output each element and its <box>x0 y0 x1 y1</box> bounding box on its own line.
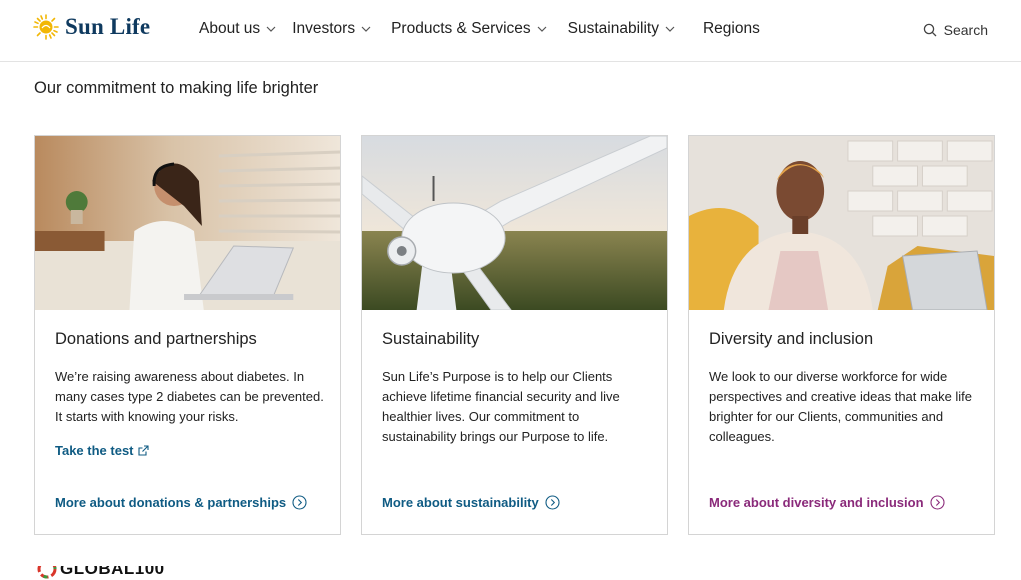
nav-sustainability[interactable]: Sustainability <box>568 20 675 38</box>
woman-laptop-photo <box>689 136 994 310</box>
chevron-right-circle-icon <box>929 495 945 510</box>
chevron-down-icon <box>266 26 276 32</box>
card-title: Diversity and inclusion <box>709 330 874 348</box>
site-header: Sun Life About us Investors Products & S… <box>0 0 1021 62</box>
more-donations-link[interactable]: More about donations & partnerships <box>55 495 307 510</box>
card-title: Donations and partnerships <box>55 330 257 348</box>
main-nav: About us Investors Products & Services S… <box>199 20 760 38</box>
sun-life-logo[interactable]: Sun Life <box>33 14 150 40</box>
card-donations: Donations and partnerships We’re raising… <box>34 135 341 535</box>
chevron-right-circle-icon <box>292 495 307 510</box>
take-the-test-label: Take the test <box>55 443 134 458</box>
search-icon <box>923 23 937 37</box>
nav-about-us-label: About us <box>199 20 261 37</box>
chevron-right-circle-icon <box>545 495 560 510</box>
chevron-down-icon <box>665 26 675 32</box>
external-link-icon <box>137 445 149 456</box>
card-description: Sun Life’s Purpose is to help our Client… <box>382 369 620 444</box>
card-diversity: Diversity and inclusion We look to our d… <box>688 135 995 535</box>
card-sustainability: Sustainability Sun Life’s Purpose is to … <box>361 135 668 535</box>
sun-icon <box>33 14 59 40</box>
global-100-badge: GLOBAL100 <box>36 566 165 580</box>
section-heading: Our commitment to making life brighter <box>34 79 319 97</box>
card-description: We’re raising awareness about diabetes. … <box>55 369 324 424</box>
wind-turbine-photo <box>362 136 667 310</box>
chevron-down-icon <box>537 26 547 32</box>
card-title: Sustainability <box>382 330 480 348</box>
more-diversity-label: More about diversity and inclusion <box>709 495 924 510</box>
nav-products-services-label: Products & Services <box>391 20 531 37</box>
chevron-down-icon <box>361 26 371 32</box>
nav-products-services[interactable]: Products & Services <box>391 20 547 38</box>
card-description: We look to our diverse workforce for wid… <box>709 369 973 444</box>
more-sustainability-label: More about sustainability <box>382 495 539 510</box>
doctor-laptop-photo <box>35 136 340 310</box>
global-100-text: GLOBAL100 <box>60 566 165 578</box>
more-sustainability-link[interactable]: More about sustainability <box>382 495 560 510</box>
search-button[interactable]: Search <box>923 22 988 38</box>
search-label: Search <box>943 22 988 38</box>
more-donations-label: More about donations & partnerships <box>55 495 287 510</box>
take-the-test-link[interactable]: Take the test <box>55 443 149 458</box>
nav-investors[interactable]: Investors <box>292 20 371 38</box>
global-100-ring-icon <box>37 566 57 579</box>
nav-investors-label: Investors <box>292 20 356 37</box>
nav-sustainability-label: Sustainability <box>567 20 659 37</box>
nav-about-us[interactable]: About us <box>199 20 276 38</box>
more-diversity-link[interactable]: More about diversity and inclusion <box>709 495 945 510</box>
brand-name: Sun Life <box>65 14 151 39</box>
nav-regions[interactable]: Regions <box>703 20 760 38</box>
nav-regions-label: Regions <box>702 20 760 37</box>
